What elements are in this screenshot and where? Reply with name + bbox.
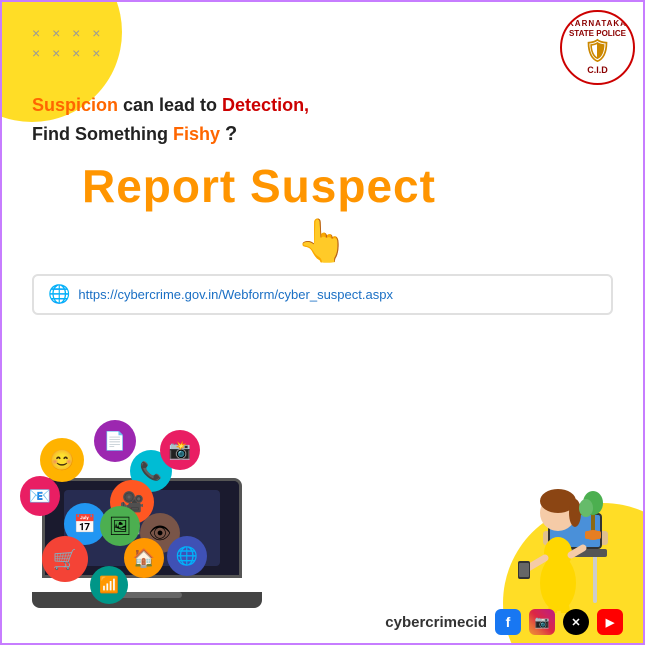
tagline-detection: Detection, bbox=[222, 95, 309, 115]
woman-illustration bbox=[483, 413, 613, 613]
tagline-text1: can lead to bbox=[118, 95, 222, 115]
main-content: Suspicion can lead to Detection, Find So… bbox=[32, 92, 613, 315]
illustration-area: 📊 📈 😊 📧 📅 🛒 📄 📞 🎥 👁 🖼 🏠 🌐 📸 📶 bbox=[12, 388, 352, 608]
youtube-icon[interactable]: ▶ bbox=[597, 609, 623, 635]
pointer-icon: 👆 bbox=[32, 217, 613, 266]
icon-email: 📧 bbox=[20, 476, 60, 516]
footer: cybercrimecid f 📷 ✕ ▶ bbox=[385, 609, 623, 635]
instagram-icon[interactable]: 📷 bbox=[529, 609, 555, 635]
x-twitter-icon[interactable]: ✕ bbox=[563, 609, 589, 635]
tagline: Suspicion can lead to Detection, Find So… bbox=[32, 92, 613, 149]
x-marks-decoration: × × × × × × × × bbox=[32, 24, 104, 63]
facebook-icon[interactable]: f bbox=[495, 609, 521, 635]
icon-cart: 🛒 bbox=[42, 536, 88, 582]
icon-doc: 📄 bbox=[94, 420, 136, 462]
report-suspect-title: Report Suspect bbox=[82, 159, 613, 213]
icon-wifi: 📶 bbox=[90, 566, 128, 604]
police-logo: KARNATAKA STATE POLICE 🛡 C.I.D bbox=[560, 10, 635, 85]
icon-home: 🏠 bbox=[124, 538, 164, 578]
tagline-question: ? bbox=[225, 123, 237, 145]
url-box[interactable]: 🌐 https://cybercrime.gov.in/Webform/cybe… bbox=[32, 274, 613, 315]
icon-camera: 📸 bbox=[160, 430, 200, 470]
tagline-text2: Find Something bbox=[32, 124, 173, 144]
tagline-fishy: Fishy bbox=[173, 124, 220, 144]
tagline-suspicion: Suspicion bbox=[32, 95, 118, 115]
icon-globe: 🌐 bbox=[167, 536, 207, 576]
footer-brand: cybercrimecid bbox=[385, 614, 487, 631]
globe-icon: 🌐 bbox=[48, 284, 70, 305]
icon-smile: 😊 bbox=[40, 438, 84, 482]
url-link[interactable]: https://cybercrime.gov.in/Webform/cyber_… bbox=[78, 287, 393, 302]
main-container: × × × × × × × × KARNATAKA STATE POLICE 🛡… bbox=[0, 0, 645, 645]
